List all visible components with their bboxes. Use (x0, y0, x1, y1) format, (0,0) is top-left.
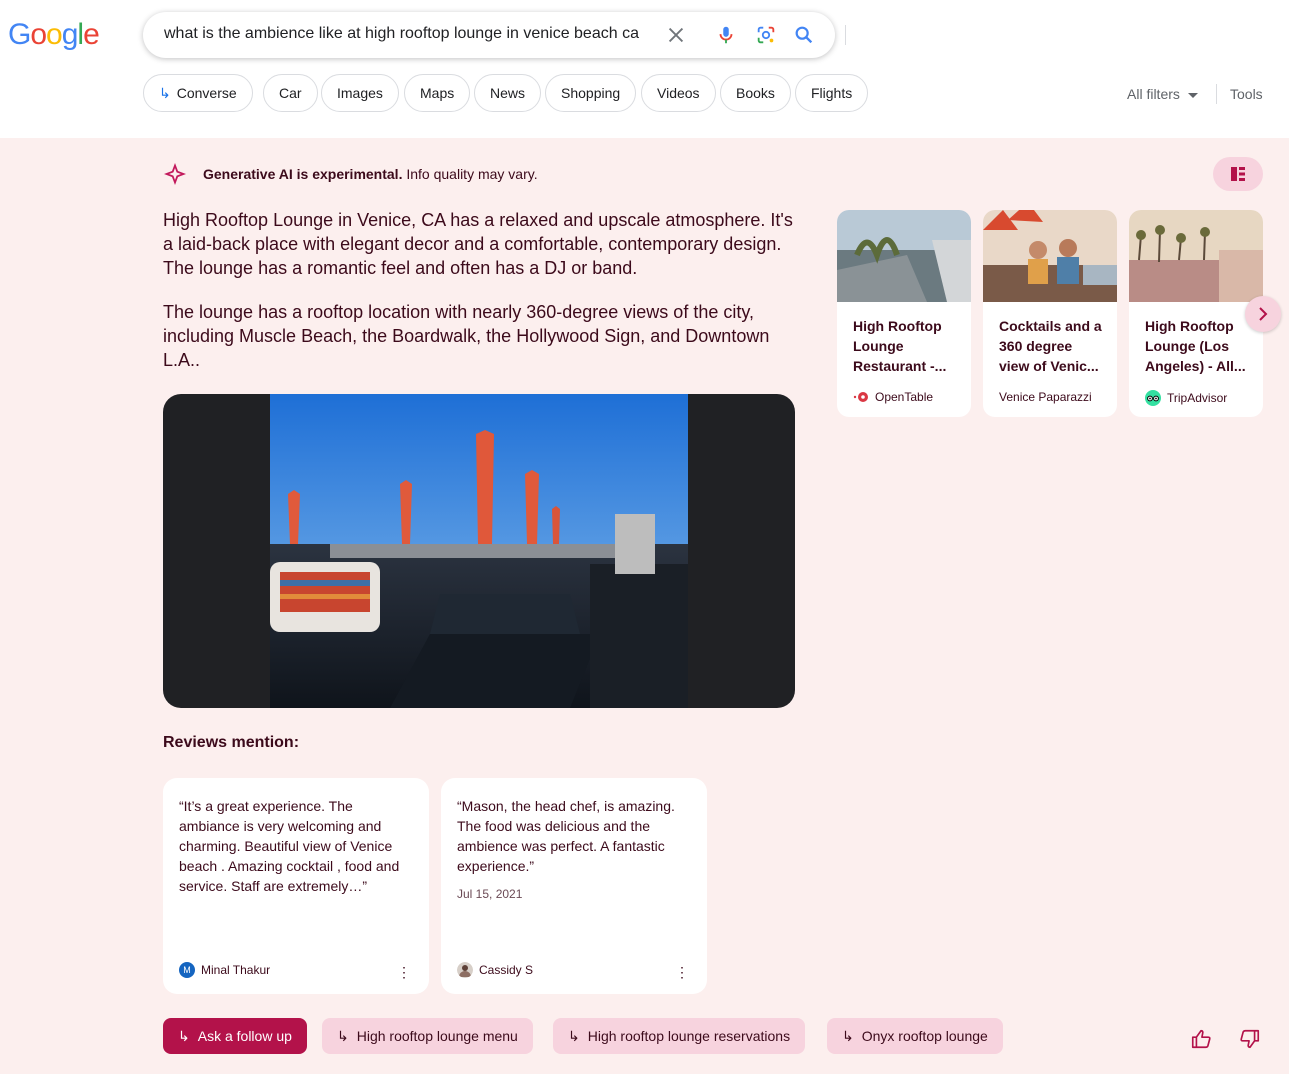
chip-label: Ask a follow up (197, 1028, 292, 1044)
clear-icon[interactable] (665, 24, 687, 46)
ai-overview-panel: Generative AI is experimental. Info qual… (0, 138, 1289, 1074)
logo-letter: G (8, 18, 31, 51)
chip-label: Onyx rooftop lounge (861, 1028, 988, 1044)
source-label: Venice Paparazzi (999, 390, 1092, 404)
thumbs-up-icon[interactable] (1190, 1028, 1212, 1050)
logo-letter: o (30, 18, 47, 51)
layout-icon (1231, 167, 1245, 181)
tools-button[interactable]: Tools (1230, 86, 1263, 102)
chip-label: Videos (657, 85, 700, 101)
reviews-heading: Reviews mention: (163, 734, 300, 751)
ai-disclaimer-bold: Generative AI is experimental. (203, 166, 403, 182)
logo-letter: g (61, 18, 79, 51)
source-title: High Rooftop Lounge Restaurant -... (853, 318, 947, 374)
avatar (457, 962, 473, 978)
tab-images[interactable]: Images (321, 74, 399, 112)
source-card[interactable]: Cocktails and a 360 degree view of Venic… (983, 210, 1117, 417)
tab-shopping[interactable]: Shopping (545, 74, 637, 112)
source-name: TripAdvisor (1145, 390, 1227, 406)
source-card[interactable]: High Rooftop Lounge Restaurant -... Open… (837, 210, 971, 417)
source-thumbnail (983, 210, 1117, 302)
source-title: Cocktails and a 360 degree view of Venic… (999, 318, 1102, 374)
source-thumbnail (1129, 210, 1263, 302)
author-name: Cassidy S (479, 963, 534, 977)
chip-label: Car (279, 85, 302, 101)
more-options-icon[interactable]: ⋮ (675, 965, 689, 979)
chip-label: Converse (176, 85, 237, 101)
ask-follow-up-button[interactable]: ↳ Ask a follow up (163, 1018, 307, 1054)
search-divider (845, 25, 846, 45)
tab-books[interactable]: Books (720, 74, 791, 112)
source-title: High Rooftop Lounge (Los Angeles) - All.… (1145, 318, 1246, 374)
follow-up-arrow-icon: ↳ (568, 1028, 580, 1044)
source-thumbnail (837, 210, 971, 302)
chip-label: News (490, 85, 526, 101)
chevron-right-icon (1259, 307, 1268, 321)
chip-label: Images (337, 85, 383, 101)
tools-divider (1216, 84, 1217, 104)
logo-letter: e (83, 18, 100, 51)
tab-converse[interactable]: ↳ Converse (143, 74, 253, 112)
all-filters-button[interactable]: All filters (1127, 86, 1198, 102)
layout-toggle-button[interactable] (1213, 157, 1263, 191)
review-author: M Minal Thakur (179, 962, 270, 978)
review-text: “Mason, the head chef, is amazing. The f… (457, 798, 675, 874)
source-label: OpenTable (875, 390, 934, 404)
tab-car[interactable]: Car (263, 74, 318, 112)
followup-chip-menu[interactable]: ↳ High rooftop lounge menu (322, 1018, 533, 1054)
rooftop-photo (270, 394, 688, 708)
review-author: Cassidy S (457, 962, 533, 978)
source-name: Venice Paparazzi (999, 390, 1092, 404)
chip-label: High rooftop lounge menu (356, 1028, 518, 1044)
follow-up-arrow-icon: ↳ (178, 1028, 190, 1044)
chip-label: Maps (420, 85, 455, 101)
tab-news[interactable]: News (474, 74, 542, 112)
ai-paragraph: High Rooftop Lounge in Venice, CA has a … (163, 210, 793, 278)
review-card[interactable]: “Mason, the head chef, is amazing. The f… (441, 778, 707, 994)
caret-down-icon (1187, 92, 1198, 98)
chip-label: High rooftop lounge reservations (587, 1028, 791, 1044)
thumbs-down-icon[interactable] (1239, 1028, 1261, 1050)
ai-disclaimer-rest: Info quality may vary. (402, 166, 538, 182)
followup-chip-reservations[interactable]: ↳ High rooftop lounge reservations (553, 1018, 806, 1054)
chip-label: Shopping (561, 85, 621, 101)
tripadvisor-icon (1145, 390, 1161, 406)
microphone-icon[interactable] (715, 24, 737, 46)
tab-flights[interactable]: Flights (795, 74, 869, 112)
carousel-next-button[interactable] (1245, 296, 1281, 332)
chip-label: Flights (811, 85, 853, 101)
search-box[interactable]: what is the ambience like at high roofto… (143, 12, 846, 58)
all-filters-label: All filters (1127, 86, 1180, 102)
follow-up-arrow-icon: ↳ (842, 1028, 854, 1044)
ai-paragraph: The lounge has a rooftop location with n… (163, 302, 770, 370)
search-icon[interactable] (793, 24, 815, 46)
author-name: Minal Thakur (201, 963, 271, 977)
tab-videos[interactable]: Videos (641, 74, 716, 112)
google-logo[interactable]: Google (8, 18, 100, 52)
search-input[interactable]: what is the ambience like at high roofto… (164, 25, 639, 43)
logo-letter: o (46, 18, 63, 51)
review-card[interactable]: “It’s a great experience. The ambiance i… (163, 778, 429, 994)
chip-label: Books (736, 85, 775, 101)
source-label: TripAdvisor (1167, 391, 1228, 405)
review-text: “It’s a great experience. The ambiance i… (179, 798, 400, 894)
more-options-icon[interactable]: ⋮ (397, 965, 411, 979)
followup-chip-onyx[interactable]: ↳ Onyx rooftop lounge (827, 1018, 1003, 1054)
source-card[interactable]: High Rooftop Lounge (Los Angeles) - All.… (1129, 210, 1263, 417)
ai-disclaimer: Generative AI is experimental. Info qual… (203, 166, 538, 182)
tab-maps[interactable]: Maps (404, 74, 471, 112)
review-date: Jul 15, 2021 (457, 887, 523, 901)
opentable-icon (853, 392, 868, 402)
sparkle-icon (164, 163, 186, 185)
converse-arrow-icon: ↳ (159, 85, 171, 101)
follow-up-arrow-icon: ↳ (337, 1028, 349, 1044)
hero-image[interactable] (163, 394, 795, 708)
lens-icon[interactable] (755, 24, 777, 46)
avatar: M (179, 962, 195, 978)
source-name: OpenTable (853, 390, 933, 404)
